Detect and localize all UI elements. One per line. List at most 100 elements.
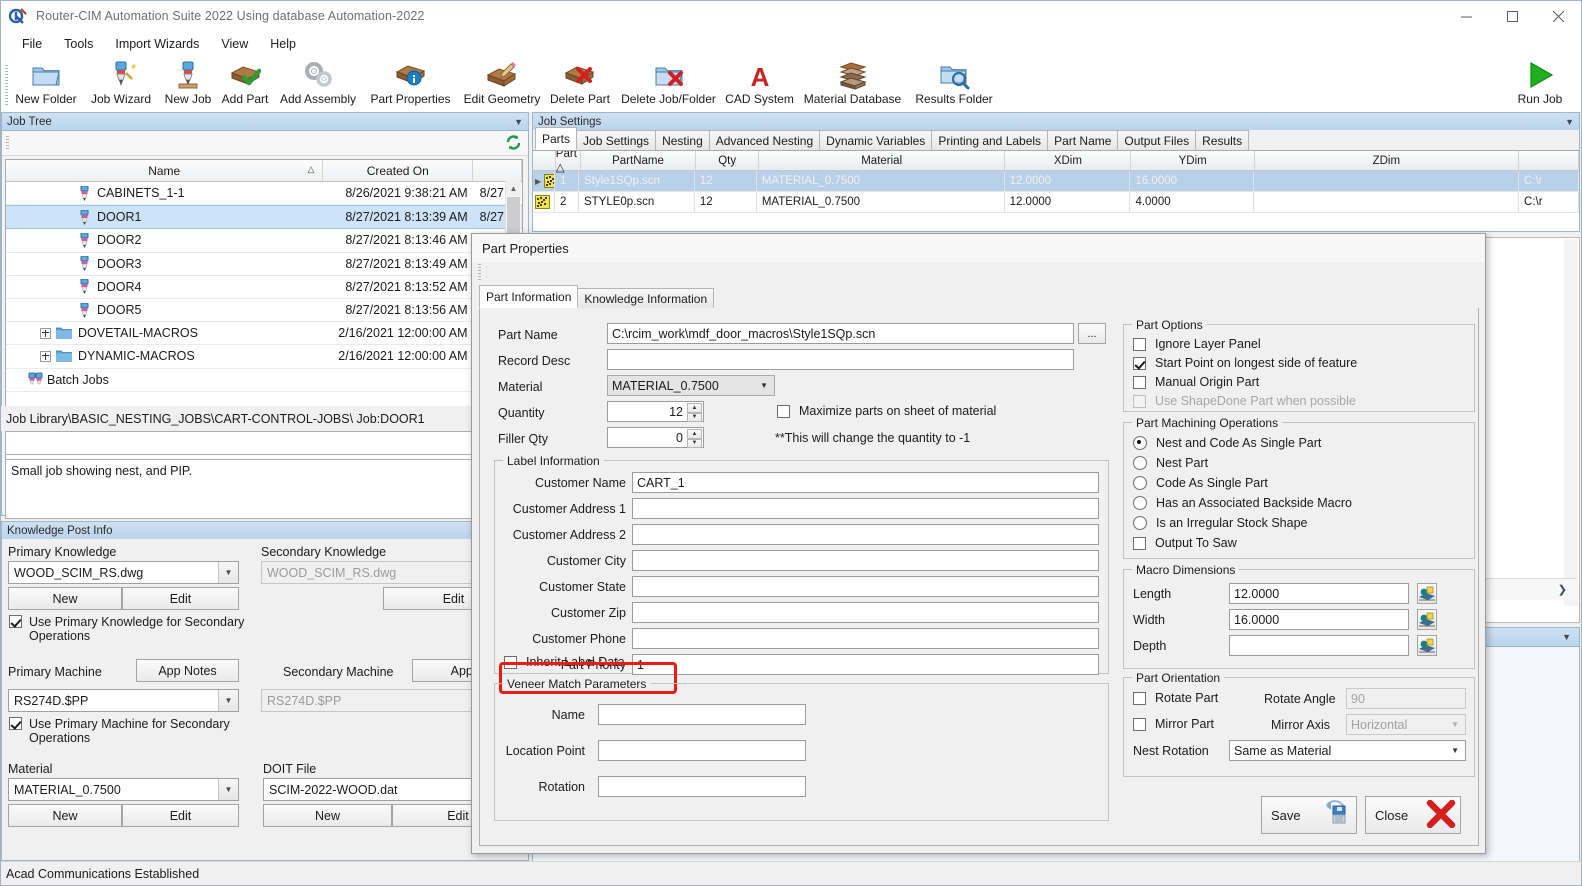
toolbar-edit-geometry[interactable]: Edit Geometry xyxy=(458,59,546,110)
material-new-button[interactable]: New xyxy=(8,804,122,827)
minimize-button[interactable] xyxy=(1443,1,1489,31)
part-name-input[interactable]: C:\rcim_work\mdf_door_macros\Style1SQp.s… xyxy=(607,323,1074,344)
radio-is-an-irregular-stock-shape[interactable] xyxy=(1133,516,1147,530)
inherit-label-data-checkbox[interactable] xyxy=(504,656,517,669)
dimension-picker-icon[interactable] xyxy=(1417,583,1437,604)
dialog-material-combo[interactable]: MATERIAL_0.7500 ▼ xyxy=(607,375,775,396)
field-input-part-priority[interactable]: 1 xyxy=(632,654,1099,675)
toolbar-add-part[interactable]: Add Part xyxy=(217,59,273,110)
tab-knowledge-information[interactable]: Knowledge Information xyxy=(577,288,714,308)
field-input-customer-address-1[interactable] xyxy=(632,498,1099,519)
checkbox-ignore-layer-panel[interactable] xyxy=(1133,338,1146,351)
column-header-qty[interactable]: Qty xyxy=(696,151,758,170)
field-input-customer-phone[interactable] xyxy=(632,628,1099,649)
table-row[interactable]: ▶1Style1SQp.scn12MATERIAL_0.750012.00001… xyxy=(533,171,1579,192)
veneer-input-name[interactable] xyxy=(598,704,806,725)
toolbar-new-job[interactable]: New Job xyxy=(159,59,217,110)
tab-nesting[interactable]: Nesting xyxy=(655,130,710,150)
column-header-blank[interactable] xyxy=(533,151,556,170)
column-header-ydim[interactable]: YDim xyxy=(1131,151,1255,170)
tab-printing-and-labels[interactable]: Printing and Labels xyxy=(931,130,1048,150)
chevron-down-icon[interactable]: ▼ xyxy=(1565,117,1574,127)
column-header-blank[interactable] xyxy=(1519,151,1579,170)
use-primary-knowledge-checkbox[interactable] xyxy=(9,615,22,628)
column-header-partname[interactable]: PartName xyxy=(581,151,697,170)
maximize-parts-row[interactable]: Maximize parts on sheet of material xyxy=(777,404,996,418)
primary-knowledge-combo[interactable]: WOOD_SCIM_RS.dwg ▼ xyxy=(8,561,239,584)
toolbar-job-wizard[interactable]: Job Wizard xyxy=(85,59,157,110)
tab-results[interactable]: Results xyxy=(1195,130,1249,150)
column-header-name[interactable]: Name △ xyxy=(6,160,323,181)
rotate-part-row[interactable]: Rotate Part xyxy=(1133,691,1218,705)
toolbar-delete-part[interactable]: Delete Part xyxy=(546,59,614,110)
field-input-customer-name[interactable]: CART_1 xyxy=(632,472,1099,493)
quantity-stepper[interactable]: ▲▼ xyxy=(687,403,702,422)
table-row[interactable]: DOOR48/27/2021 8:13:52 AM xyxy=(6,276,522,299)
chevron-down-icon[interactable]: ▼ xyxy=(514,117,523,127)
table-row[interactable]: DYNAMIC-MACROS2/16/2021 12:00:00 AM xyxy=(6,345,522,368)
mirror-part-row[interactable]: Mirror Part xyxy=(1133,717,1214,731)
toolbar-material-database[interactable]: Material Database xyxy=(796,59,909,110)
close-button[interactable] xyxy=(1535,1,1581,31)
tab-output-files[interactable]: Output Files xyxy=(1117,130,1196,150)
tab-part-information[interactable]: Part Information xyxy=(479,285,578,308)
job-tree-grip[interactable] xyxy=(6,136,9,150)
part-option-row[interactable]: Manual Origin Part xyxy=(1133,375,1259,389)
part-option-row[interactable]: Start Point on longest side of feature xyxy=(1133,356,1357,370)
dimension-picker-icon[interactable] xyxy=(1417,609,1437,630)
use-primary-machine-checkbox[interactable] xyxy=(9,717,22,730)
radio-code-as-single-part[interactable] xyxy=(1133,476,1147,490)
machining-option-row[interactable]: Code As Single Part xyxy=(1133,476,1268,490)
veneer-input-rotation[interactable] xyxy=(598,776,806,797)
table-row[interactable]: DOOR58/27/2021 8:13:56 AM xyxy=(6,299,522,322)
machining-option-row[interactable]: Nest Part xyxy=(1133,456,1208,470)
toolbar-new-folder[interactable]: New Folder xyxy=(9,59,83,110)
dimension-picker-icon[interactable] xyxy=(1417,635,1437,656)
toolbar-results-folder[interactable]: Results Folder xyxy=(909,59,999,110)
material-combo[interactable]: MATERIAL_0.7500 ▼ xyxy=(8,778,239,801)
field-input-customer-city[interactable] xyxy=(632,550,1099,571)
tab-dynamic-variables[interactable]: Dynamic Variables xyxy=(819,130,932,150)
tab-advanced-nesting[interactable]: Advanced Nesting xyxy=(709,130,820,150)
toolbar-part-properties[interactable]: Part Properties xyxy=(363,59,458,110)
menu-tools[interactable]: Tools xyxy=(53,33,104,55)
field-input-customer-address-2[interactable] xyxy=(632,524,1099,545)
close-button[interactable]: Close xyxy=(1365,796,1461,834)
machining-option-row[interactable]: Has an Associated Backside Macro xyxy=(1133,496,1352,510)
table-row[interactable]: 2STYLE0p.scn12MATERIAL_0.750012.00004.00… xyxy=(533,192,1579,213)
job-name-input[interactable] xyxy=(5,431,525,455)
filler-qty-input[interactable]: 0 ▲▼ xyxy=(607,427,704,448)
save-button[interactable]: Save xyxy=(1261,796,1357,834)
toolbar-delete-job-folder[interactable]: Delete Job/Folder xyxy=(614,59,723,110)
maximize-parts-checkbox[interactable] xyxy=(777,405,790,418)
part-name-browse-button[interactable]: ... xyxy=(1078,323,1106,344)
table-row[interactable]: DOOR38/27/2021 8:13:49 AM xyxy=(6,253,522,276)
table-row[interactable]: Batch Jobs xyxy=(6,369,522,392)
field-input-customer-zip[interactable] xyxy=(632,602,1099,623)
veneer-input-location-point[interactable] xyxy=(598,740,806,761)
inherit-label-data-row[interactable]: Inherit Label Data xyxy=(504,655,625,669)
column-header-extra[interactable] xyxy=(473,160,522,181)
refresh-icon[interactable] xyxy=(505,134,522,151)
primary-machine-combo[interactable]: RS274D.$PP ▼ xyxy=(8,689,239,712)
quantity-input[interactable]: 12 ▲▼ xyxy=(607,401,704,422)
toolbar-run-job[interactable]: Run Job xyxy=(1505,59,1575,110)
primary-knowledge-edit-button[interactable]: Edit xyxy=(122,587,239,610)
toolbar-cad-system[interactable]: A CAD System xyxy=(723,59,796,110)
macro-dim-input-width[interactable]: 16.0000 xyxy=(1229,609,1409,630)
macro-dim-input-depth[interactable] xyxy=(1229,635,1409,656)
primary-knowledge-new-button[interactable]: New xyxy=(8,587,122,610)
part-option-row[interactable]: Ignore Layer Panel xyxy=(1133,337,1261,351)
column-header-part[interactable]: Part △ xyxy=(556,151,581,170)
record-desc-input[interactable] xyxy=(607,349,1074,370)
column-header-zdim[interactable]: ZDim xyxy=(1255,151,1518,170)
menu-file[interactable]: File xyxy=(11,33,53,55)
nest-rotation-combo[interactable]: Same as Material ▼ xyxy=(1229,740,1466,761)
checkbox-start-point-on-longest-side-of-feature[interactable] xyxy=(1133,357,1146,370)
mirror-part-checkbox[interactable] xyxy=(1133,718,1146,731)
macro-dim-input-length[interactable]: 12.0000 xyxy=(1229,583,1409,604)
dialog-grip[interactable] xyxy=(478,264,481,282)
checkbox-manual-origin-part[interactable] xyxy=(1133,376,1146,389)
chevron-down-icon[interactable]: ▼ xyxy=(218,690,238,711)
table-row[interactable]: DOOR18/27/2021 8:13:39 AM8/27 xyxy=(6,205,522,229)
